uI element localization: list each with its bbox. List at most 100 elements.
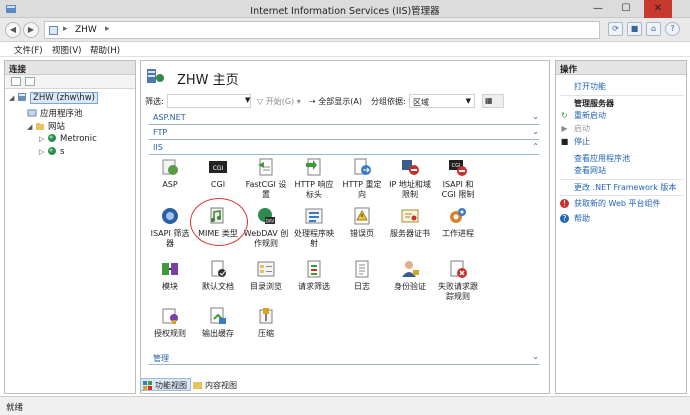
feature-directory-browsing[interactable]: 目录浏览 <box>243 259 289 292</box>
tab-feature-view[interactable]: 功能视图 <box>140 378 191 391</box>
group-by-select[interactable]: 区域 ▼ <box>409 94 475 108</box>
feature-label: 输出缓存 <box>202 329 234 338</box>
filter-input[interactable] <box>167 94 251 108</box>
action-get-web-platform-components[interactable]: 获取新的 Web 平台组件 <box>574 198 661 209</box>
chevron-down-icon[interactable]: ⌄ <box>532 352 539 361</box>
tree-site-label[interactable]: s <box>60 147 64 157</box>
connect-icon[interactable] <box>11 77 21 86</box>
minimize-button[interactable]: — <box>584 0 612 18</box>
feature-output-caching[interactable]: 输出缓存 <box>195 306 241 339</box>
feature-label: IP 地址和域限制 <box>389 180 431 199</box>
tree-app-pools-label[interactable]: 应用程序池 <box>40 109 83 119</box>
error-pages-icon <box>354 207 370 225</box>
section-ftp[interactable]: FTP ⌄ <box>149 127 539 140</box>
authentication-icon <box>402 261 419 277</box>
breadcrumb-separator[interactable]: ▸ <box>63 24 68 34</box>
expand-icon[interactable]: ▷ <box>39 148 47 156</box>
view-tabs: 功能视图 内容视图 <box>140 376 550 392</box>
address-field[interactable]: ▸ ZHW ▸ <box>44 21 600 39</box>
feature-modules[interactable]: 模块 <box>147 259 193 292</box>
home-icon[interactable]: ⌂ <box>646 22 661 36</box>
tree-server-label[interactable]: ZHW (zhw\hw) <box>30 92 98 104</box>
feature-authentication[interactable]: 身份验证 <box>387 259 433 292</box>
breadcrumb-server[interactable]: ZHW <box>75 25 97 35</box>
collapse-icon[interactable]: ◢ <box>9 94 17 102</box>
action-change-net-version[interactable]: 更改 .NET Framework 版本 <box>574 182 676 193</box>
chevron-down-icon[interactable]: ⌄ <box>532 127 539 136</box>
action-help[interactable]: 帮助 <box>574 213 590 224</box>
feature-worker-processes[interactable]: 工作进程 <box>435 206 481 239</box>
tree-sites-label[interactable]: 网站 <box>48 122 65 132</box>
breadcrumb-separator[interactable]: ▸ <box>105 24 110 34</box>
action-view-app-pools[interactable]: 查看应用程序池 <box>574 153 630 164</box>
feature-http-redirect[interactable]: HTTP 重定向 <box>339 157 385 200</box>
forward-button[interactable]: ▶ <box>23 22 39 38</box>
section-aspnet[interactable]: ASP.NET ⌄ <box>149 112 539 125</box>
section-iis[interactable]: IIS ⌃ <box>149 142 539 155</box>
close-button[interactable]: ✕ <box>644 0 672 18</box>
collapse-icon[interactable]: ◢ <box>27 123 35 131</box>
feature-error-pages[interactable]: 错误页 <box>339 206 385 239</box>
chevron-up-icon[interactable]: ⌃ <box>532 142 539 151</box>
feature-isapi-filters[interactable]: ISAPI 筛选器 <box>147 206 193 249</box>
feature-logging[interactable]: 日志 <box>339 259 385 292</box>
action-restart[interactable]: 重新启动 <box>574 110 606 121</box>
tree-site-s[interactable]: ▷ s <box>39 146 64 157</box>
feature-isapi-cgi-restrictions[interactable]: CGI ISAPI 和 CGI 限制 <box>435 157 481 200</box>
cgi-icon: CGI <box>209 161 227 173</box>
save-icon[interactable] <box>25 77 35 86</box>
feature-server-certificates[interactable]: 服务器证书 <box>387 206 433 239</box>
tree-site-metronic[interactable]: ▷ Metronic <box>39 133 97 144</box>
feature-webdav[interactable]: DAV WebDAV 创作规则 <box>243 206 289 249</box>
help-icon[interactable]: ? <box>665 22 680 36</box>
fastcgi-icon <box>258 158 273 176</box>
chevron-down-icon[interactable]: ⌄ <box>532 112 539 121</box>
start-button[interactable]: ▽ 开始(G) ▾ <box>257 96 301 107</box>
refresh-icon[interactable]: ⟳ <box>608 22 623 36</box>
feature-compression[interactable]: 压缩 <box>243 306 289 339</box>
compression-icon <box>259 308 273 324</box>
maximize-button[interactable]: ☐ <box>612 0 640 18</box>
tree-sites[interactable]: ◢ 网站 <box>27 120 65 132</box>
feature-label: 工作进程 <box>442 229 474 238</box>
section-ftp-label: FTP <box>153 128 168 137</box>
feature-ip-restrictions[interactable]: IP 地址和域限制 <box>387 157 433 200</box>
feature-label: 处理程序映射 <box>294 229 334 248</box>
view-mode-button[interactable]: ▦ <box>482 94 504 108</box>
feature-asp[interactable]: ASP <box>147 157 193 190</box>
feature-label: HTTP 响应标头 <box>294 180 334 199</box>
action-view-sites[interactable]: 查看网站 <box>574 165 606 176</box>
menu-file[interactable]: 文件(F) <box>14 44 43 56</box>
feature-label: 服务器证书 <box>390 229 430 238</box>
feature-default-document[interactable]: 默认文档 <box>195 259 241 292</box>
back-button[interactable]: ◀ <box>5 22 21 38</box>
feature-failed-request-tracing[interactable]: 失败请求跟踪规则 <box>435 259 481 302</box>
feature-handler-mappings[interactable]: 处理程序映射 <box>291 206 337 249</box>
tree-app-pools[interactable]: 应用程序池 <box>27 107 83 119</box>
divider <box>560 195 684 196</box>
menu-view[interactable]: 视图(V) <box>52 44 81 56</box>
feature-fastcgi[interactable]: FastCGI 设置 <box>243 157 289 200</box>
show-all-button[interactable]: ⇢ 全部显示(A) <box>309 96 362 107</box>
tree-server[interactable]: ◢ ZHW (zhw\hw) <box>9 92 98 104</box>
tree-site-label[interactable]: Metronic <box>60 134 97 144</box>
menu-bar: 文件(F) 视图(V) 帮助(H) <box>0 42 690 57</box>
expand-icon[interactable]: ▷ <box>39 135 47 143</box>
action-stop[interactable]: 停止 <box>574 136 590 147</box>
feature-authorization-rules[interactable]: 授权规则 <box>147 306 193 339</box>
section-manage[interactable]: 管理 ⌄ <box>149 352 539 365</box>
web-platform-icon: ! <box>560 199 569 208</box>
action-open-feature[interactable]: 打开功能 <box>574 81 606 92</box>
feature-cgi[interactable]: CGI CGI <box>195 157 241 190</box>
feature-label: 授权规则 <box>154 329 186 338</box>
page-title: ZHW 主页 <box>177 73 239 88</box>
stop-icon[interactable]: ■ <box>627 22 642 36</box>
asp-icon <box>162 159 178 175</box>
feature-request-filtering[interactable]: 请求筛选 <box>291 259 337 292</box>
highlight-circle <box>190 198 248 246</box>
feature-http-headers[interactable]: HTTP 响应标头 <box>291 157 337 200</box>
menu-help[interactable]: 帮助(H) <box>90 44 120 56</box>
tab-content-view[interactable]: 内容视图 <box>190 378 241 391</box>
actions-panel: 操作 打开功能 管理服务器 ↻ 重新启动 ▶ 启动 ■ 停止 查看应用程序池 查… <box>555 60 687 394</box>
chevron-down-icon[interactable]: ▼ <box>245 96 250 104</box>
